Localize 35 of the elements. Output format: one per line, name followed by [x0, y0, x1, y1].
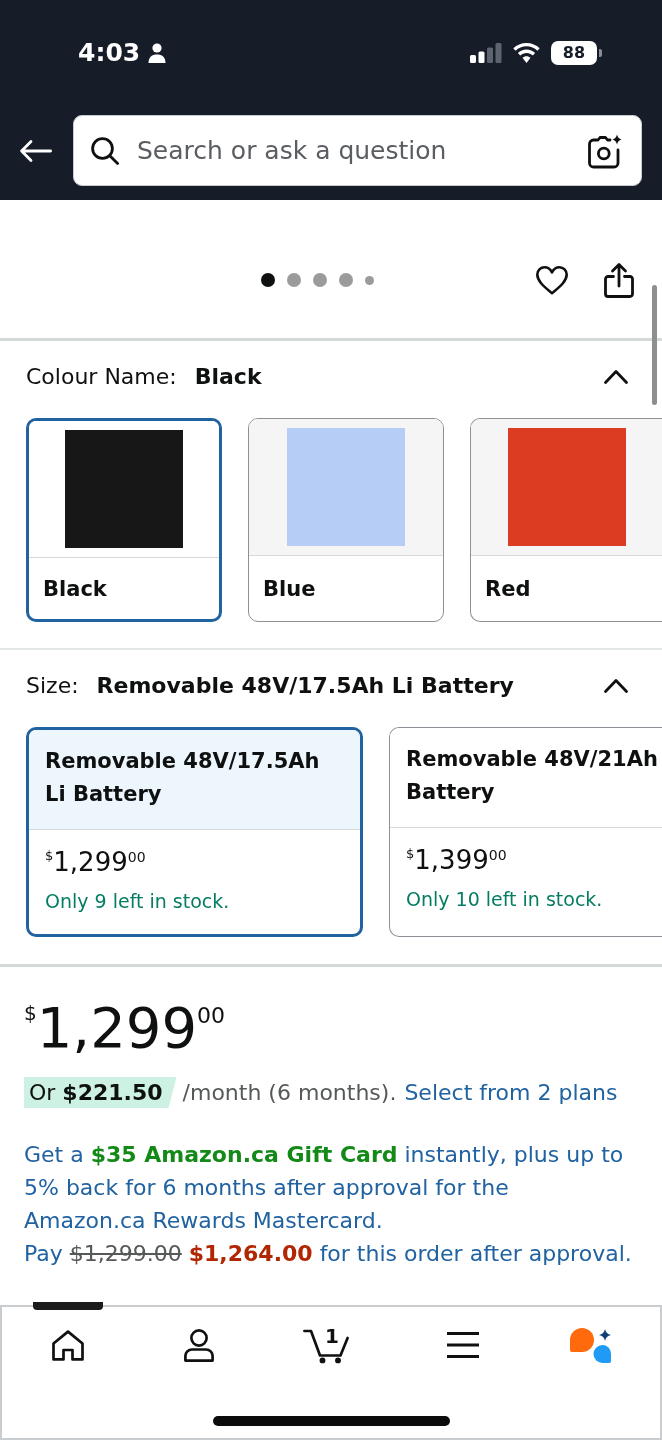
colour-option[interactable]: Red [470, 418, 662, 622]
plans-link[interactable]: Select from 2 plans [404, 1077, 618, 1108]
stock-status: Only 10 left in stock. [406, 887, 603, 912]
signal-icon [470, 43, 502, 63]
home-icon[interactable] [51, 1329, 84, 1361]
back-arrow-icon[interactable] [20, 139, 52, 162]
variation-value: Removable 48V/17.5Ah Li Battery [96, 673, 514, 699]
search-bar[interactable]: Search or ask a question [73, 115, 642, 186]
heart-icon[interactable] [536, 265, 568, 295]
menu-icon[interactable] [446, 1332, 479, 1358]
chevron-up-icon[interactable] [604, 679, 628, 693]
cart-icon[interactable] [303, 1327, 349, 1363]
search-field[interactable]: Search or ask a question [137, 133, 569, 168]
person-icon[interactable] [184, 1328, 215, 1362]
stock-status: Only 9 left in stock. [45, 889, 230, 914]
option-title: Removable 48V/17.5Ah Li Battery [45, 748, 321, 808]
approval-price-text[interactable]: Pay $1,299.00 $1,264.00 for this order after approval. [24, 1237, 632, 1270]
status-time: 4:03 [78, 38, 141, 68]
installment-price: Or $221.50 [24, 1077, 177, 1108]
card-offer-text[interactable]: Get a $35 Amazon.ca Gift Card instantly, plus up to 5% back for 6 months after approval for the Amazon.ca Rewards Mastercard. [24, 1138, 630, 1237]
person-icon [148, 43, 167, 63]
colour-option[interactable]: Black [26, 418, 222, 622]
colour-option[interactable]: Blue [248, 418, 444, 622]
variation-label: Size: [26, 673, 79, 699]
wifi-icon [513, 43, 540, 63]
chat-bubbles-sparkle-icon[interactable] [570, 1327, 613, 1363]
search-icon [91, 136, 119, 165]
cart-count: 1 [325, 1326, 339, 1346]
option-title: Removable 48V/21Ah Battery [406, 746, 659, 806]
installment-term: /month (6 months). [182, 1079, 397, 1107]
variation-value: Black [194, 364, 262, 390]
chevron-up-icon[interactable] [604, 370, 628, 384]
share-icon[interactable] [604, 262, 634, 298]
battery-indicator: 88 [551, 41, 602, 65]
variation-label: Colour Name: [26, 364, 177, 390]
